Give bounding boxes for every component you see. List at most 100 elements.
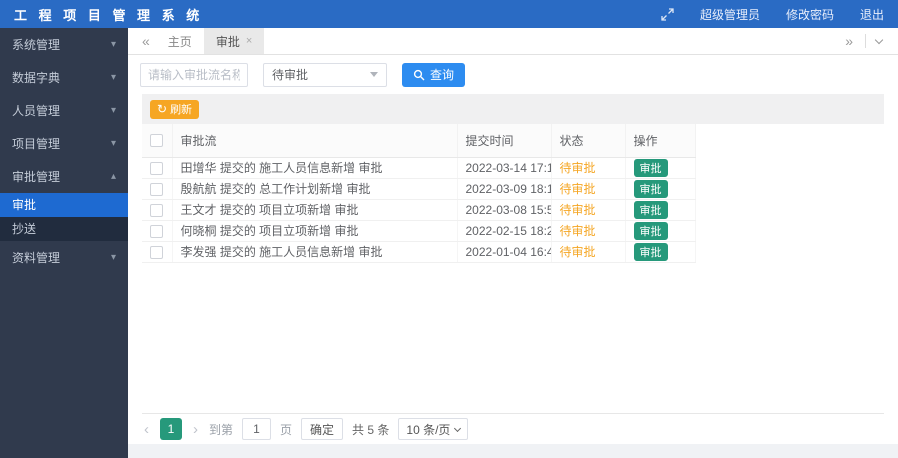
table-header-row: 审批流 提交时间 状态 操作 [142,124,696,158]
chevron-down-icon: ▾ [110,72,116,83]
tabs-scroll-right-icon[interactable]: » [839,33,859,49]
sidebar-item-document-mgmt[interactable]: 资料管理 ▾ [0,241,128,274]
chevron-down-icon [370,72,378,77]
tabs-scroll-left-icon[interactable]: « [136,33,156,49]
menu-label: 审批管理 [12,170,61,184]
sidebar-item-approval[interactable]: 审批 [0,193,128,217]
page-size-select[interactable]: 10 条/页 [398,418,469,440]
approval-panel: ↻ 刷新 审批流 提交时间 状态 操作 田增华 提交的 施工人员信息新增 审批 … [142,94,884,444]
tab-approval[interactable]: 审批 × [203,28,265,54]
tab-home[interactable]: 主页 [156,28,204,54]
flow-cell: 李发强 提交的 施工人员信息新增 审批 [172,241,458,263]
row-checkbox[interactable] [150,182,164,196]
chevron-down-icon [454,424,462,432]
status-select-value: 待审批 [272,68,309,82]
sidebar: 系统管理 ▾ 数据字典 ▾ 人员管理 ▾ 项目管理 ▾ 审批管理 ▴ 审批 抄送 [0,28,128,458]
next-page-icon[interactable]: › [191,421,200,438]
page-number-input[interactable] [242,418,272,440]
time-cell: 2022-03-14 17:13 [457,157,552,179]
filter-bar: 待审批 查询 [128,55,898,94]
chevron-up-icon: ▴ [110,171,116,182]
sidebar-item-data-dictionary[interactable]: 数据字典 ▾ [0,61,128,94]
query-button-label: 查询 [430,68,455,82]
status-cell: 待审批 [551,199,626,221]
approve-button[interactable]: 审批 [633,242,668,261]
chevron-down-icon: ▾ [110,39,116,50]
tab-label: 主页 [167,34,192,49]
topbar-actions: 超级管理员 修改密码 退出 [635,6,898,23]
table-toolbar: ↻ 刷新 [142,94,884,124]
page-size-value: 10 条/页 [406,422,451,437]
time-cell: 2022-01-04 16:49 [457,241,552,263]
flow-cell: 殷航航 提交的 总工作计划新增 审批 [172,178,458,200]
panel-spacer [142,263,884,414]
page-unit-label: 页 [280,422,293,437]
column-header-action: 操作 [625,124,696,158]
chevron-down-icon: ▾ [110,252,116,263]
sidebar-item-approval-mgmt[interactable]: 审批管理 ▴ [0,160,128,193]
table-row: 殷航航 提交的 总工作计划新增 审批 2022-03-09 18:14 待审批 … [142,178,696,200]
user-menu[interactable]: 超级管理员 [700,6,760,23]
change-password-link[interactable]: 修改密码 [786,6,834,23]
time-cell: 2022-02-15 18:20 [457,220,552,242]
bottom-strip [128,444,898,458]
select-all-checkbox[interactable] [150,134,164,148]
row-checkbox[interactable] [150,161,164,175]
table-row: 何晓桐 提交的 项目立项新增 审批 2022-02-15 18:20 待审批 审… [142,220,696,242]
app-window: 工 程 项 目 管 理 系 统 超级管理员 修改密码 退出 系统管理 ▾ 数据字… [0,0,898,458]
flow-cell: 何晓桐 提交的 项目立项新增 审批 [172,220,458,242]
approval-table: 审批流 提交时间 状态 操作 田增华 提交的 施工人员信息新增 审批 2022-… [142,124,696,263]
menu-label: 数据字典 [12,71,61,85]
search-icon [413,69,425,80]
refresh-button-label: 刷新 [170,104,193,116]
logout-link[interactable]: 退出 [860,6,884,23]
total-count-label: 共 5 条 [352,422,390,437]
status-select[interactable]: 待审批 [263,62,387,87]
status-cell: 待审批 [551,157,626,179]
sidebar-item-system-mgmt[interactable]: 系统管理 ▾ [0,28,128,61]
status-cell: 待审批 [551,220,626,242]
query-button[interactable]: 查询 [402,62,466,87]
time-cell: 2022-03-09 18:14 [457,178,552,200]
fullscreen-icon[interactable] [661,7,674,21]
row-checkbox[interactable] [150,224,164,238]
goto-page-label: 到第 [209,422,234,437]
close-tab-icon[interactable]: × [246,35,252,47]
row-checkbox[interactable] [150,203,164,217]
sidebar-item-cc[interactable]: 抄送 [0,217,128,241]
tab-bar: « 主页 审批 × » [128,28,898,55]
prev-page-icon[interactable]: ‹ [142,421,151,438]
sidebar-item-personnel-mgmt[interactable]: 人员管理 ▾ [0,94,128,127]
app-title: 工 程 项 目 管 理 系 统 [14,7,204,23]
column-header-time: 提交时间 [457,124,552,158]
table-row: 王文才 提交的 项目立项新增 审批 2022-03-08 15:54 待审批 审… [142,199,696,221]
refresh-button[interactable]: ↻ 刷新 [150,99,200,119]
tabbar-divider [865,34,866,48]
tabs-menu-icon[interactable] [874,35,884,44]
chevron-down-icon: ▾ [110,105,116,116]
column-header-flow: 审批流 [172,124,458,158]
table-row: 李发强 提交的 施工人员信息新增 审批 2022-01-04 16:49 待审批… [142,241,696,263]
refresh-icon: ↻ [157,102,168,116]
time-cell: 2022-03-08 15:54 [457,199,552,221]
menu-label: 项目管理 [12,137,61,151]
flow-cell: 王文才 提交的 项目立项新增 审批 [172,199,458,221]
approve-button[interactable]: 审批 [633,158,668,177]
menu-label: 系统管理 [12,38,61,52]
confirm-page-button[interactable]: 确定 [301,418,344,440]
sidebar-item-project-mgmt[interactable]: 项目管理 ▾ [0,127,128,160]
status-cell: 待审批 [551,178,626,200]
flow-name-input[interactable] [140,62,248,87]
content-area: « 主页 审批 × » 待审批 [128,28,898,458]
approve-button[interactable]: 审批 [633,200,668,219]
current-page-button[interactable]: 1 [160,418,182,440]
approve-button[interactable]: 审批 [633,221,668,240]
row-checkbox[interactable] [150,245,164,259]
top-header: 工 程 项 目 管 理 系 统 超级管理员 修改密码 退出 [0,0,898,28]
menu-label: 资料管理 [12,251,61,265]
flow-cell: 田增华 提交的 施工人员信息新增 审批 [172,157,458,179]
pagination: ‹ 1 › 到第 页 确定 共 5 条 10 条/页 [142,413,884,444]
main-layout: 系统管理 ▾ 数据字典 ▾ 人员管理 ▾ 项目管理 ▾ 审批管理 ▴ 审批 抄送 [0,28,898,458]
approve-button[interactable]: 审批 [633,179,668,198]
tab-label: 审批 [215,34,240,49]
